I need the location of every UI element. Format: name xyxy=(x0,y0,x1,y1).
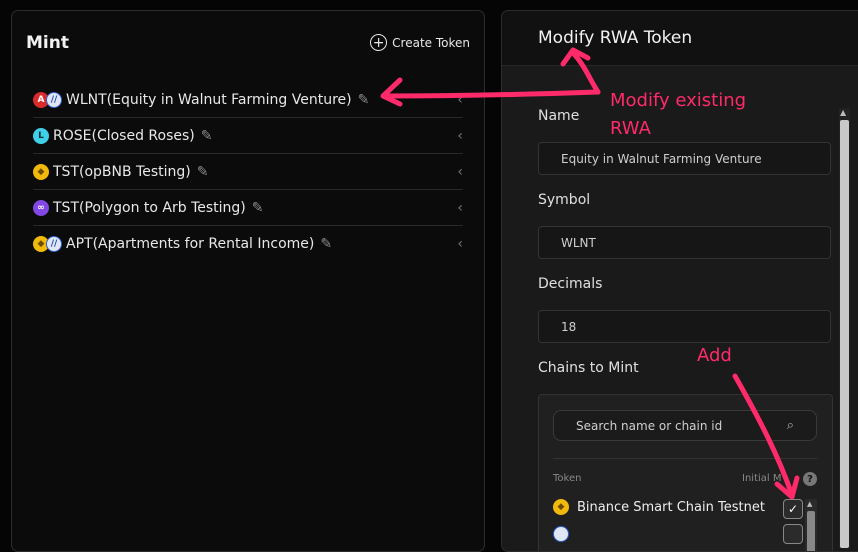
chains-label: Chains to Mint xyxy=(538,360,639,376)
chevron-left-icon[interactable]: ‹ xyxy=(457,128,463,144)
search-placeholder: Search name or chain id xyxy=(576,418,723,433)
chain-row-bsc-testnet[interactable]: ◆ Binance Smart Chain Testnet xyxy=(553,499,765,515)
token-row-opbnb[interactable]: ◆ TST(opBNB Testing) ✎ ‹ xyxy=(33,154,463,190)
search-icon[interactable]: ⌕ xyxy=(787,418,794,433)
token-label: TST(opBNB Testing) xyxy=(53,163,191,180)
edit-pencil-icon[interactable]: ✎ xyxy=(252,200,264,216)
chain-label: Binance Smart Chain Testnet xyxy=(577,499,765,515)
scroll-up-icon[interactable]: ▲ xyxy=(840,108,846,117)
chain-row-partial[interactable] xyxy=(553,526,569,542)
chevron-left-icon[interactable]: ‹ xyxy=(457,236,463,252)
chain-icon xyxy=(553,526,569,542)
decimals-field[interactable]: 18 xyxy=(538,310,831,343)
bnb-icon: ◆ xyxy=(553,499,569,515)
chevron-left-icon[interactable]: ‹ xyxy=(457,200,463,216)
chain-checkbox-partial[interactable] xyxy=(783,524,803,544)
token-row-wlnt[interactable]: A // WLNT(Equity in Walnut Farming Ventu… xyxy=(33,82,463,118)
annotation-modify-line1: Modify existing xyxy=(610,90,747,111)
name-field[interactable]: Equity in Walnut Farming Venture xyxy=(538,142,831,175)
token-list: A // WLNT(Equity in Walnut Farming Ventu… xyxy=(33,82,463,261)
column-header-token: Token xyxy=(553,473,582,484)
help-icon[interactable]: ? xyxy=(803,472,817,486)
edit-pencil-icon[interactable]: ✎ xyxy=(320,236,332,252)
chains-selector: Search name or chain id ⌕ Token Initial … xyxy=(538,394,833,551)
mint-title: Mint xyxy=(26,33,69,53)
arbitrum-icon: // xyxy=(46,235,62,252)
scroll-thumb[interactable] xyxy=(840,120,849,548)
name-label: Name xyxy=(538,108,580,124)
edit-pencil-icon[interactable]: ✎ xyxy=(358,92,370,108)
create-token-label: Create Token xyxy=(392,35,470,50)
decimals-label: Decimals xyxy=(538,276,603,292)
scroll-up-icon[interactable]: ▲ xyxy=(807,500,812,508)
token-label: APT(Apartments for Rental Income) xyxy=(66,235,315,252)
annotation-add: Add xyxy=(697,345,732,366)
token-label: TST(Polygon to Arb Testing) xyxy=(53,199,246,216)
token-row-apt[interactable]: ◆ // APT(Apartments for Rental Income) ✎… xyxy=(33,226,463,261)
modify-title: Modify RWA Token xyxy=(538,28,693,48)
edit-pencil-icon[interactable]: ✎ xyxy=(201,128,213,144)
annotation-modify-line2: RWA xyxy=(610,118,651,139)
token-label: WLNT(Equity in Walnut Farming Venture) xyxy=(66,91,352,108)
chevron-left-icon[interactable]: ‹ xyxy=(457,92,463,108)
oasis-icon: L xyxy=(33,127,49,144)
arbitrum-icon: // xyxy=(46,91,62,108)
form-scrollbar[interactable]: ▲ xyxy=(839,108,850,548)
chain-checkbox-bsc-testnet[interactable]: ✓ xyxy=(783,499,803,519)
chains-scrollbar[interactable]: ▲ xyxy=(805,499,817,551)
plus-circle-icon: + xyxy=(370,34,388,51)
chain-search-input[interactable]: Search name or chain id ⌕ xyxy=(553,410,817,441)
column-header-initial: Initial M xyxy=(742,473,782,484)
token-label: ROSE(Closed Roses) xyxy=(53,127,195,144)
token-row-polygon[interactable]: ∞ TST(Polygon to Arb Testing) ✎ ‹ xyxy=(33,190,463,226)
bnb-icon: ◆ xyxy=(33,163,49,180)
chevron-left-icon[interactable]: ‹ xyxy=(457,164,463,180)
symbol-field[interactable]: WLNT xyxy=(538,226,831,259)
create-token-button[interactable]: + Create Token xyxy=(370,34,470,51)
edit-pencil-icon[interactable]: ✎ xyxy=(197,164,209,180)
mint-panel: Mint + Create Token A // WLNT(Equity in … xyxy=(11,10,485,552)
symbol-label: Symbol xyxy=(538,192,591,208)
divider xyxy=(553,458,817,459)
polygon-icon: ∞ xyxy=(33,199,49,216)
token-row-rose[interactable]: L ROSE(Closed Roses) ✎ ‹ xyxy=(33,118,463,154)
